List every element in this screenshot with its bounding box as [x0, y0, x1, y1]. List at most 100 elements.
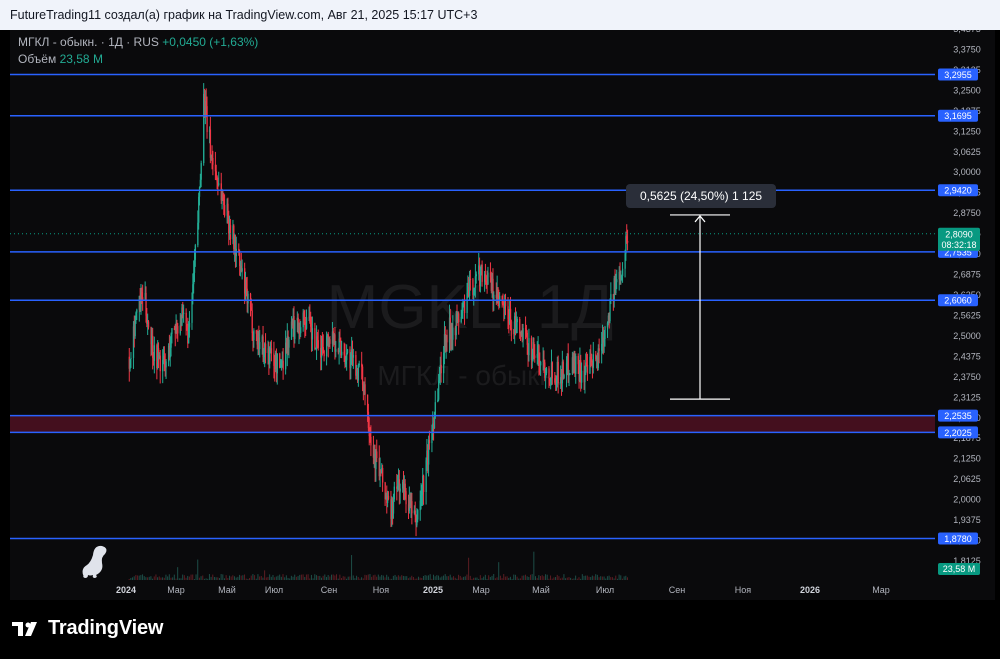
volume-bar [133, 576, 135, 580]
volume-bar [595, 574, 597, 580]
volume-bar [207, 578, 209, 580]
watermark-name: МГКЛ - обыкн. [377, 360, 562, 391]
candle-body [200, 163, 202, 180]
volume-bar [616, 578, 618, 580]
volume-bar [269, 574, 271, 580]
volume-bar [545, 574, 547, 580]
volume-bar [474, 577, 476, 580]
volume-bar [234, 576, 236, 580]
level-price-label: 1,8780 [944, 534, 972, 544]
volume-bar [397, 575, 399, 580]
volume-bar [242, 575, 244, 580]
volume-bar [254, 575, 256, 580]
volume-bar [183, 575, 185, 580]
volume-bar [519, 578, 521, 580]
volume-bar [476, 577, 478, 580]
volume-bar [277, 575, 279, 580]
candle-body [229, 225, 232, 240]
volume-bar [523, 575, 525, 580]
candle-body [212, 157, 214, 165]
chart-panel[interactable]: MGKL, 1Д МГКЛ - обыкн. 0,5625 (24,50%) 1 1… [10, 30, 995, 600]
volume-bar [392, 575, 394, 580]
volume-bar [352, 575, 354, 580]
candle-body [592, 354, 594, 368]
volume-bar [252, 574, 254, 580]
volume-bar [546, 574, 548, 580]
candle-body [516, 319, 518, 323]
candle-body [159, 355, 161, 372]
volume-bar [349, 576, 351, 580]
price-chart[interactable]: MGKL, 1ДМГКЛ - обыкн.0,5625 (24,50%) 1 1… [10, 30, 995, 600]
volume-bar [195, 574, 197, 580]
volume-bar [493, 574, 495, 580]
time-axis-tick: Май [532, 585, 550, 595]
price-axis-tick: 2,0625 [953, 474, 981, 484]
volume-bar [351, 555, 353, 580]
time-axis-tick: Мар [472, 585, 490, 595]
volume-bar [560, 578, 562, 580]
candle-body [387, 495, 390, 500]
volume-bar [180, 578, 182, 580]
volume-bar [496, 577, 498, 580]
candle-body [153, 345, 156, 361]
volume-bar [331, 574, 332, 580]
volume-bar [302, 574, 304, 580]
volume-bar [357, 577, 359, 580]
candle-body [171, 328, 173, 334]
volume-bar [297, 576, 299, 580]
volume-bar [473, 577, 475, 580]
volume-bar [145, 577, 147, 580]
volume-bar [205, 578, 207, 580]
volume-bar [272, 574, 274, 580]
volume-bar [372, 575, 374, 580]
candle-body [346, 349, 349, 354]
candle-body [469, 278, 472, 280]
candle-body [352, 355, 355, 358]
volume-bar [513, 574, 515, 580]
volume-bar [319, 575, 321, 580]
candle-body [519, 319, 521, 334]
candle-body [463, 300, 466, 313]
volume-bar [416, 578, 418, 580]
volume-bar [555, 577, 557, 580]
volume-bar [387, 576, 389, 580]
volume-bar [464, 576, 466, 580]
candle-body [358, 363, 360, 366]
price-axis-tick: 3,0625 [953, 147, 981, 157]
candle-body [251, 310, 253, 334]
volume-bar [434, 576, 436, 580]
volume-bar [135, 574, 137, 580]
volume-bar [284, 577, 286, 580]
volume-bar [218, 578, 220, 580]
volume-bar [394, 574, 396, 580]
candle-body [528, 338, 530, 356]
volume-bar [229, 575, 230, 580]
volume-bar [618, 574, 620, 580]
volume-bar [140, 574, 142, 580]
volume-bar [334, 575, 336, 580]
candle-body [300, 327, 302, 334]
volume-bar [203, 578, 205, 580]
volume-bar [623, 576, 625, 580]
volume-bar [381, 574, 383, 580]
time-axis-tick: Ноя [735, 585, 752, 595]
volume-bar [239, 574, 241, 580]
price-axis-tick: 2,3750 [953, 372, 981, 382]
volume-bar [583, 575, 585, 580]
volume-bar [504, 576, 506, 580]
volume-bar [312, 578, 314, 580]
volume-bar [563, 574, 565, 580]
candle-body [487, 272, 489, 285]
candle-body [357, 365, 360, 381]
time-axis-tick: Сен [321, 585, 338, 595]
candle-body [540, 361, 542, 366]
volume-bar [307, 574, 309, 580]
volume-bar [232, 575, 234, 580]
volume-bar [451, 577, 453, 580]
time-axis-tick: Июл [265, 585, 283, 595]
tradingview-wordmark: TradingView [48, 617, 164, 639]
volume-bar [456, 578, 458, 580]
volume-bar [304, 577, 306, 580]
candle-body [393, 486, 396, 500]
candle-body [598, 348, 600, 351]
